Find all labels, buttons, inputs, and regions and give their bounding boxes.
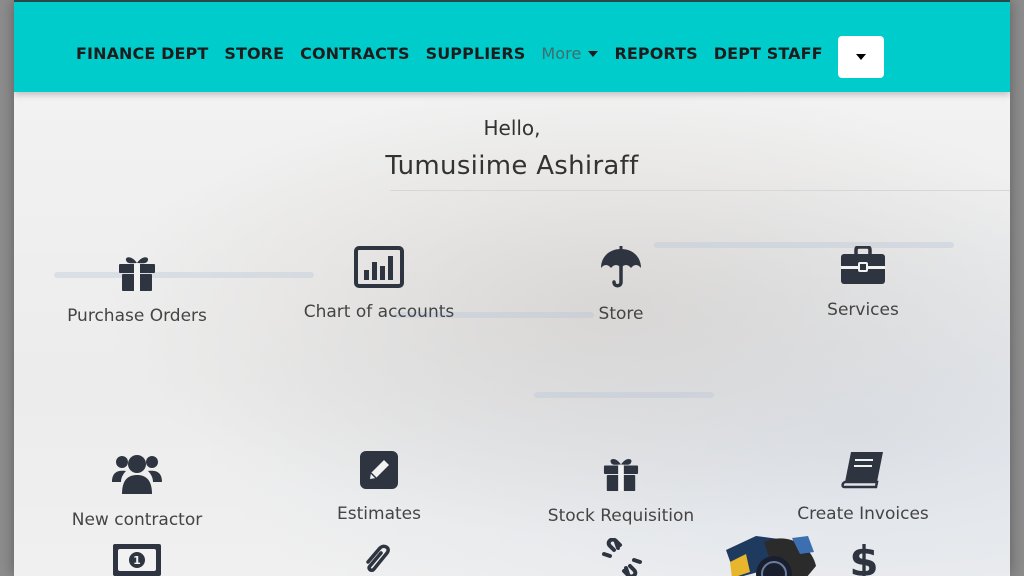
caret-down-icon [856, 54, 866, 60]
tile-label: Create Invoices [797, 504, 929, 524]
nav-more-label: More [541, 44, 582, 63]
tile-store[interactable]: Store [501, 246, 741, 324]
user-name: Tumusiime Ashiraff [385, 151, 639, 181]
nav-more-dropdown[interactable]: More [541, 44, 599, 63]
tile-chart-of-accounts[interactable]: Chart of accounts [259, 246, 499, 322]
bar-chart-icon [354, 246, 404, 288]
svg-text:$: $ [850, 538, 878, 576]
tile-purchase-orders[interactable]: Purchase Orders [17, 254, 257, 326]
tile-create-invoices[interactable]: Create Invoices [743, 450, 983, 524]
greeting-hello: Hello, [483, 116, 541, 140]
nav-finance-dept[interactable]: FINANCE DEPT [76, 44, 208, 63]
svg-text:1: 1 [133, 554, 141, 567]
money-bill-icon: 1 [113, 544, 161, 576]
tile-label: Store [598, 304, 644, 324]
divider [390, 190, 1010, 191]
gift-icon [119, 257, 155, 291]
tile-new-contractor[interactable]: New contractor [17, 450, 257, 530]
tile-label: New contractor [71, 510, 203, 530]
tile-label: Estimates [337, 504, 421, 524]
nav-store[interactable]: STORE [224, 44, 284, 63]
tile-label: Services [827, 300, 899, 320]
book-icon [841, 452, 883, 489]
nav-suppliers[interactable]: SUPPLIERS [426, 44, 526, 63]
tile-label: Purchase Orders [67, 306, 207, 326]
app-frame: FINANCE DEPT STORE CONTRACTS SUPPLIERS M… [14, 0, 1010, 576]
tile-services[interactable]: Services [743, 246, 983, 320]
user-menu-toggle-button[interactable] [838, 36, 884, 78]
users-icon [112, 455, 162, 494]
unlink-icon [602, 538, 642, 576]
main-nav: FINANCE DEPT STORE CONTRACTS SUPPLIERS M… [76, 44, 839, 63]
nav-contracts[interactable]: CONTRACTS [300, 44, 409, 63]
tile-label: Stock Requisition [547, 506, 695, 526]
tile-estimates[interactable]: Estimates [259, 450, 499, 524]
nav-dept-staff[interactable]: DEPT STAFF [714, 44, 823, 63]
tile-stock-requisition[interactable]: Stock Requisition [501, 456, 741, 526]
navbar: FINANCE DEPT STORE CONTRACTS SUPPLIERS M… [14, 0, 1010, 92]
caret-down-icon [588, 50, 599, 57]
tile-label: Chart of accounts [303, 302, 455, 322]
paperclip-icon [366, 544, 390, 572]
edit-icon [360, 451, 398, 489]
dollar-icon: $ [850, 538, 878, 576]
gift-icon [603, 459, 639, 492]
overlay-logo-icon [726, 536, 816, 576]
briefcase-icon [841, 246, 885, 284]
umbrella-icon [601, 246, 641, 288]
nav-reports[interactable]: REPORTS [614, 44, 697, 63]
